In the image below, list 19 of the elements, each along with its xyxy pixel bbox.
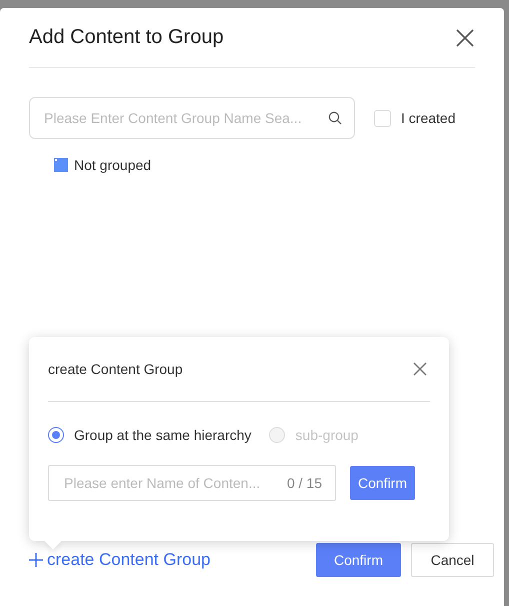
radio-label: sub-group [295, 427, 358, 443]
name-field[interactable]: Please enter Name of Conten... 0 / 15 [48, 465, 336, 501]
plus-icon [29, 553, 43, 567]
search-icon [328, 111, 342, 125]
confirm-button[interactable]: Confirm [316, 543, 401, 577]
close-icon[interactable] [455, 28, 475, 48]
character-counter: 0 / 15 [286, 475, 322, 491]
radio-label: Group at the same hierarchy [74, 427, 252, 443]
checkbox[interactable] [374, 110, 391, 126]
cancel-button[interactable]: Cancel [411, 543, 494, 577]
radio-button[interactable] [48, 427, 64, 443]
checkbox-label: I created [401, 110, 456, 126]
create-group-link[interactable]: create Content Group [29, 550, 210, 570]
dialog-title: Add Content to Group [29, 26, 224, 49]
group-item[interactable]: Not grouped [74, 157, 152, 173]
folder-icon [54, 158, 68, 172]
confirm-button[interactable]: Confirm [350, 466, 416, 500]
search-field[interactable]: Please Enter Content Group Name Sea... [29, 97, 355, 139]
popover-title: create Content Group [48, 361, 183, 377]
